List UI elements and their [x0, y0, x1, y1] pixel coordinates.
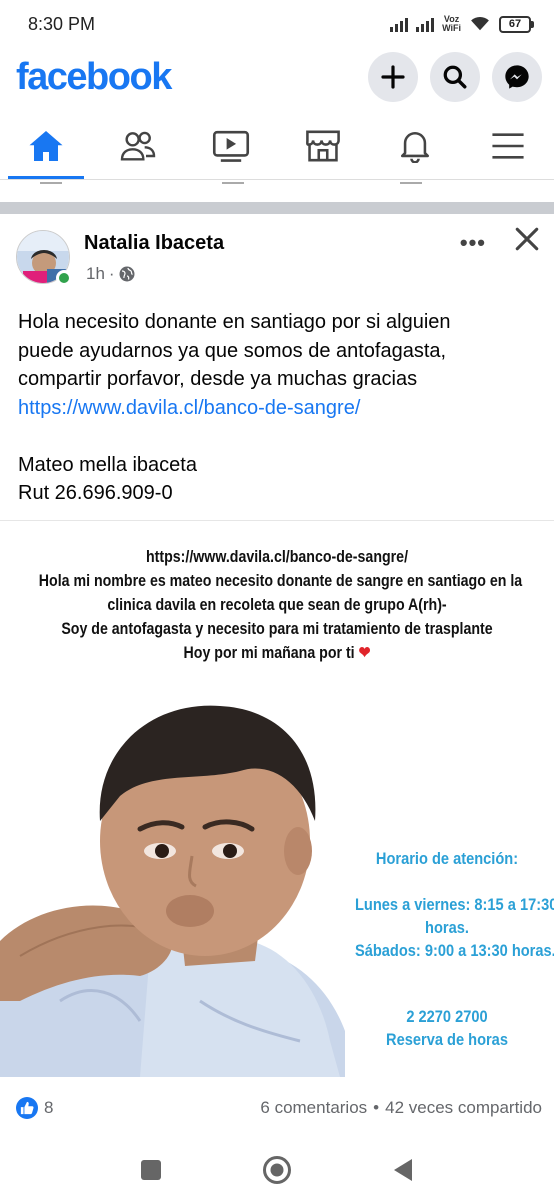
messenger-button[interactable] [492, 52, 542, 102]
like-count[interactable]: 8 [44, 1098, 53, 1118]
hamburger-icon [492, 132, 524, 159]
hide-post-button[interactable] [514, 226, 540, 257]
close-icon [515, 227, 539, 251]
post-author[interactable]: Natalia Ibaceta [84, 232, 224, 255]
schedule-weekdays: Lunes a viernes: 8:15 a 17:30 [354, 895, 554, 914]
post-text-line: Mateo mella ibaceta [18, 453, 197, 476]
image-text-line: clinica davila en recoleta que sean de g… [107, 596, 447, 614]
tab-menu[interactable] [462, 112, 554, 179]
child-photo [0, 705, 345, 1077]
heart-icon: ❤ [358, 644, 371, 662]
home-button[interactable] [262, 1155, 292, 1185]
schedule-title: Horario de atención: [375, 849, 519, 868]
comment-count[interactable]: 6 comentarios [260, 1098, 367, 1118]
schedule-info: Horario de atención: Lunes a viernes: 8:… [354, 847, 554, 962]
system-nav-bar [0, 1140, 554, 1200]
vowifi-label-bottom: WiFi [442, 23, 461, 33]
more-options-button[interactable]: ••• [460, 230, 486, 256]
post-text-line: puede ayudarnos ya que somos de antofaga… [18, 339, 447, 362]
recent-apps-button[interactable] [140, 1159, 162, 1181]
tab-home[interactable] [0, 112, 92, 179]
messenger-icon [505, 65, 529, 89]
globe-icon [119, 266, 135, 282]
nav-tabs [0, 112, 554, 180]
image-text-line: Soy de antofagasta y necesito para mi tr… [61, 620, 493, 638]
share-count[interactable]: 42 veces compartido [385, 1098, 542, 1118]
image-url: https://www.davila.cl/banco-de-sangre/ [145, 548, 409, 566]
cell-signal-icon [390, 16, 409, 32]
friends-icon [121, 131, 156, 161]
search-button[interactable] [430, 52, 480, 102]
image-text-line: Hola mi nombre es mateo necesito donante… [38, 572, 523, 590]
wifi-icon [471, 17, 489, 31]
post-image[interactable]: https://www.davila.cl/banco-de-sangre/ H… [0, 521, 554, 1077]
schedule-weekdays-cont: horas. [425, 918, 469, 937]
status-icons: Voz WiFi 67 [390, 15, 534, 33]
feed-separator [0, 202, 554, 214]
post-body: Hola necesito donante en santiago por si… [18, 308, 538, 508]
app-header: facebook [0, 48, 554, 106]
post-text-line: Rut 26.696.909-0 [18, 482, 173, 504]
post-text-line: compartir porfavor, desde ya muchas grac… [18, 368, 418, 390]
reservation-label: Reserva de horas [386, 1030, 508, 1049]
create-button[interactable] [368, 52, 418, 102]
online-status-dot [56, 270, 72, 286]
post-reactions: 8 6 comentarios • 42 veces compartido [16, 1094, 542, 1122]
post-time[interactable]: 1h [86, 264, 105, 284]
battery-level: 67 [499, 15, 531, 33]
vowifi-indicator: Voz WiFi [442, 15, 461, 33]
post-text-line: Hola necesito donante en santiago por si… [18, 311, 451, 333]
tab-notifications[interactable] [369, 112, 461, 179]
post-meta: 1h · [86, 264, 135, 284]
status-time: 8:30 PM [28, 13, 96, 34]
back-button[interactable] [392, 1158, 414, 1182]
search-icon [443, 65, 467, 89]
facebook-logo[interactable]: facebook [16, 56, 172, 99]
store-icon [306, 130, 340, 161]
header-actions [368, 52, 542, 102]
post-link[interactable]: https://www.davila.cl/banco-de-sangre/ [18, 394, 538, 423]
contact-info: 2 2270 2700 Reserva de horas [355, 1005, 539, 1051]
status-bar: 8:30 PM Voz WiFi 67 [0, 0, 554, 48]
previous-post-edge [0, 180, 554, 202]
like-reaction-icon[interactable] [16, 1097, 38, 1119]
plus-icon [381, 65, 405, 89]
meta-separator: · [108, 264, 115, 283]
phone-number: 2 2270 2700 [406, 1007, 488, 1026]
video-icon [212, 130, 249, 162]
stat-separator: • [373, 1098, 380, 1117]
tab-friends[interactable] [92, 112, 184, 179]
cell-signal-2-icon [416, 16, 435, 32]
image-caption: https://www.davila.cl/banco-de-sangre/ H… [38, 545, 523, 665]
tab-watch[interactable] [185, 112, 277, 179]
bell-icon [401, 131, 430, 163]
image-text-line: Hoy por mi mañana por ti [183, 644, 355, 662]
home-icon [29, 130, 63, 161]
post-header: Natalia Ibaceta 1h · ••• [16, 226, 546, 290]
schedule-saturday: Sábados: 9:00 a 13:30 horas. [354, 941, 554, 960]
battery-icon: 67 [499, 15, 534, 33]
tab-marketplace[interactable] [277, 112, 369, 179]
